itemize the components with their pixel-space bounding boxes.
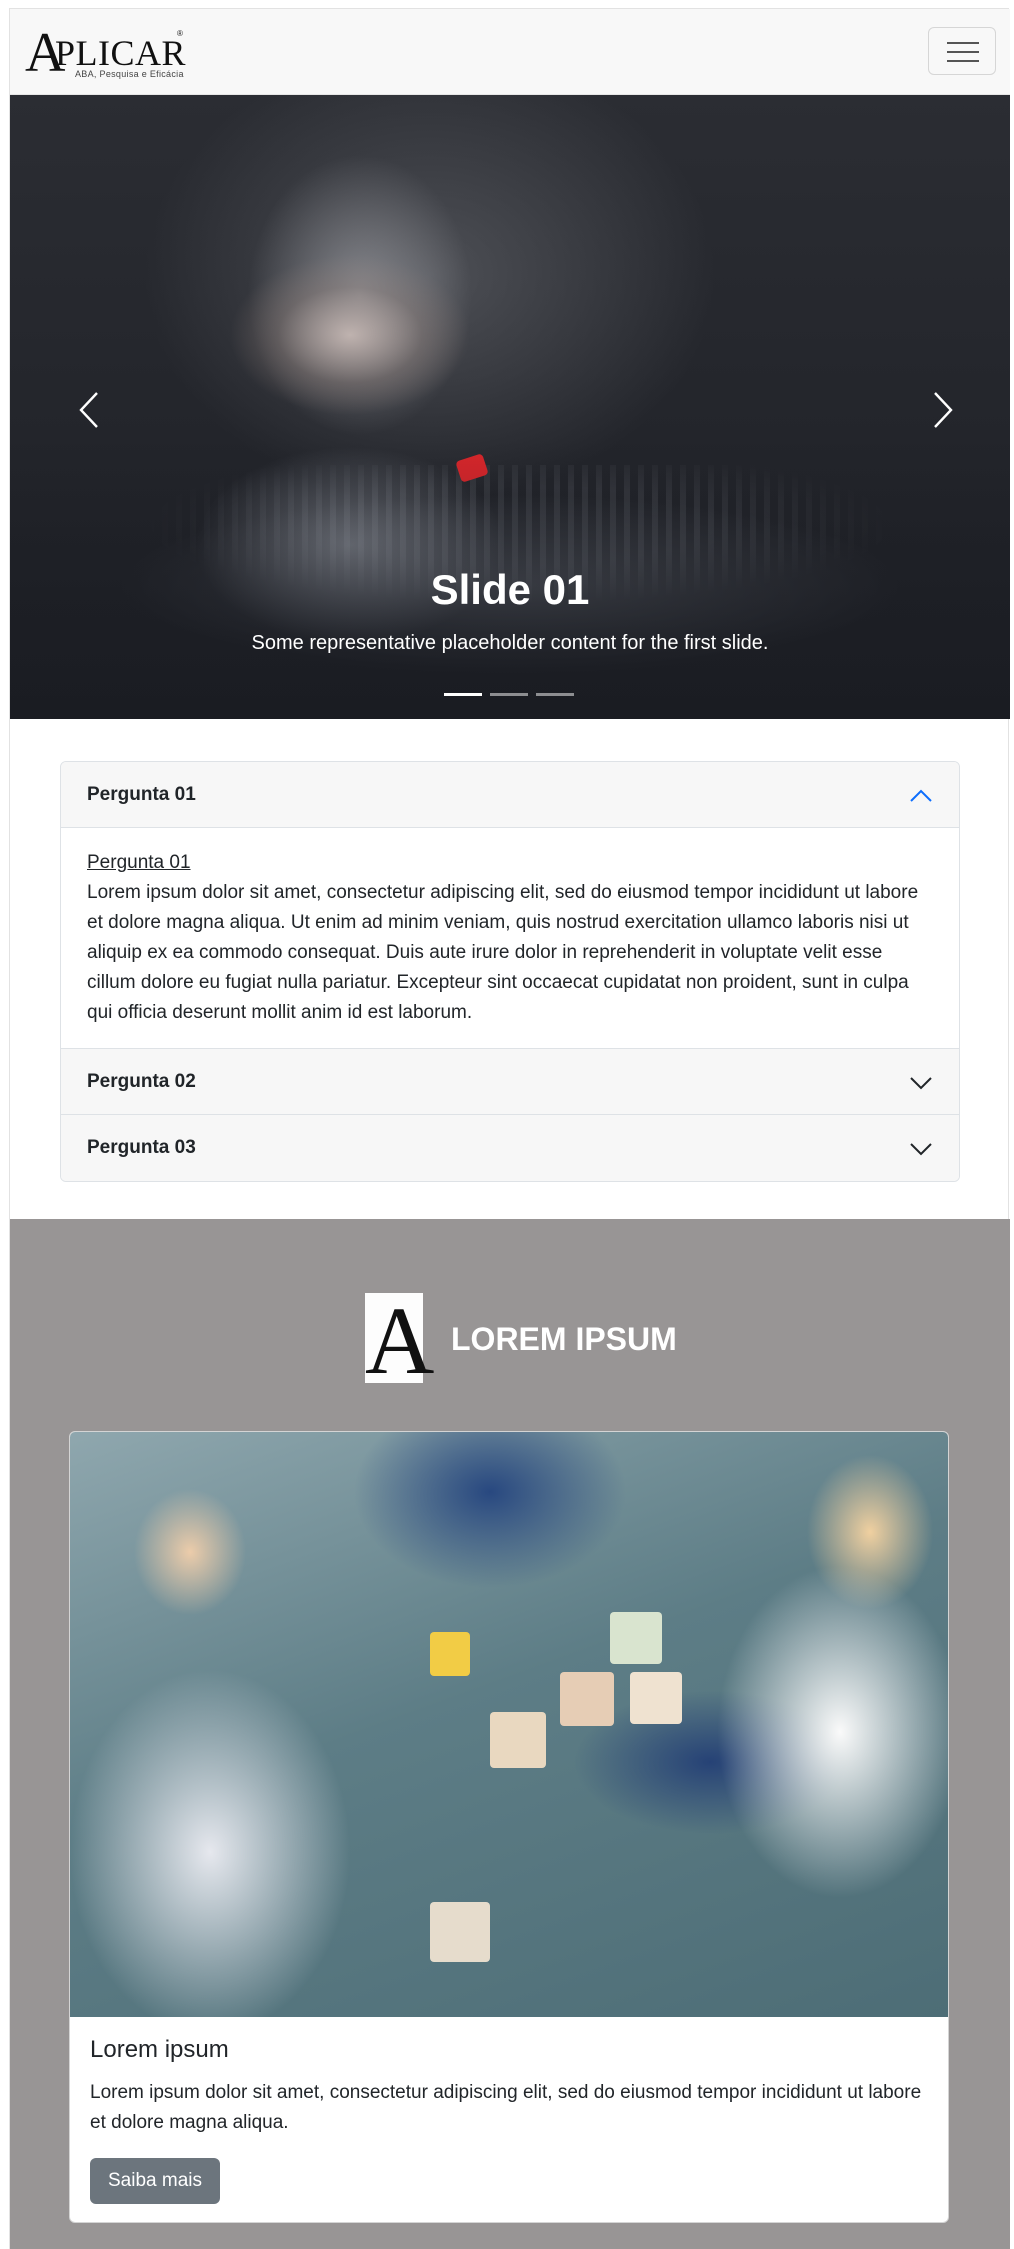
card-image-block [490,1712,546,1768]
chevron-right-icon [934,392,953,428]
accordion-title: Pergunta 02 [87,1071,196,1092]
card-text: Lorem ipsum dolor sit amet, consectetur … [90,2082,922,2133]
saiba-mais-button[interactable]: Saiba mais [90,2158,220,2204]
section-logo: A [365,1293,434,1389]
chevron-down-icon [910,1143,932,1156]
card-image-block [430,1632,470,1676]
hamburger-icon-bar [947,51,979,53]
chevron-down-icon [910,1077,932,1090]
card-title: Lorem ipsum [90,2036,229,2063]
accordion-title: Pergunta 03 [87,1137,196,1158]
brand-tagline: ABA, Pesquisa e Eficácia [75,69,184,79]
navbar: A PLICAR ® ABA, Pesquisa e Eficácia [10,9,1010,95]
accordion-header-pergunta-01[interactable]: Pergunta 01 [61,762,959,828]
section-logo-letter: A [365,1287,435,1394]
carousel-prev-button[interactable] [70,385,110,435]
feature-section: A LOREM IPSUM Lorem ipsum Lorem ipsum do… [10,1219,1010,2249]
carousel-indicator-1[interactable] [444,693,482,696]
hamburger-icon [947,42,979,44]
carousel-indicator-2[interactable] [490,693,528,696]
carousel-next-button[interactable] [922,385,962,435]
accordion-body-pergunta-01: Pergunta 01 Lorem ipsum dolor sit amet, … [61,828,959,1049]
accordion-header-pergunta-02[interactable]: Pergunta 02 [61,1049,959,1115]
chevron-left-icon [79,392,98,428]
accordion-body-title: Pergunta 01 [87,852,191,873]
slide-caption: Some representative placeholder content … [251,632,769,654]
card-image-block [610,1612,662,1664]
slide-shade [10,95,1010,719]
faq-accordion: Pergunta 01 Pergunta 01 Lorem ipsum dolo… [60,761,960,1182]
accordion-title: Pergunta 01 [87,784,196,805]
brand-logo[interactable]: A PLICAR ® ABA, Pesquisa e Eficácia [25,25,187,81]
section-title: LOREM IPSUM [451,1321,677,1357]
brand-registered-mark: ® [177,29,183,38]
card-image-block [560,1672,614,1726]
hamburger-icon-bar [947,60,979,62]
slide-title: Slide 01 [430,566,590,613]
menu-toggle-button[interactable] [928,27,996,75]
accordion-body-text: Lorem ipsum dolor sit amet, consectetur … [87,882,919,1023]
feature-card: Lorem ipsum Lorem ipsum dolor sit amet, … [69,1431,949,2223]
card-image [70,1432,948,2017]
card-image-block [430,1902,490,1962]
carousel-indicator-3[interactable] [536,693,574,696]
card-image-block [630,1672,682,1724]
page-frame: A PLICAR ® ABA, Pesquisa e Eficácia Slid… [9,8,1010,2249]
accordion-header-pergunta-03[interactable]: Pergunta 03 [61,1115,959,1181]
hero-carousel: Slide 01 Some representative placeholder… [10,95,1010,719]
chevron-up-icon [910,789,932,802]
carousel-indicators [444,693,574,697]
brand-word: PLICAR [55,33,187,73]
